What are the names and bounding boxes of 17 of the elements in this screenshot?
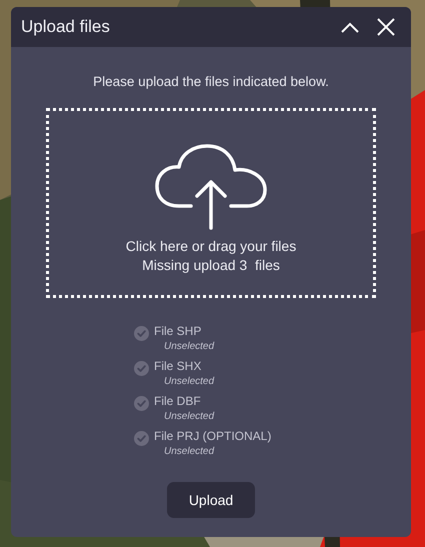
file-name: File SHX xyxy=(154,358,202,374)
file-status: Unselected xyxy=(163,375,214,390)
missing-files-text: Missing upload 3 files xyxy=(142,256,280,276)
file-name: File PRJ (OPTIONAL) xyxy=(154,428,272,444)
file-status: Unselected xyxy=(163,340,214,354)
file-name: File DBF xyxy=(154,393,202,410)
file-status: Unselected xyxy=(163,445,216,460)
window-title: Upload files xyxy=(21,16,111,38)
close-icon xyxy=(377,18,395,36)
dropzone-prompt: Click here or drag your files xyxy=(126,237,296,256)
instructions-text: Please upload the files indicated below. xyxy=(93,73,329,91)
cloud-upload-icon xyxy=(153,144,269,230)
file-name: File SHP xyxy=(154,323,202,340)
file-status: Unselected xyxy=(163,410,214,424)
upload-button[interactable]: Upload xyxy=(167,482,255,518)
caret-icon xyxy=(341,22,359,32)
dropzone[interactable]: Click here or drag your files Missing upload 3 files xyxy=(46,108,376,298)
